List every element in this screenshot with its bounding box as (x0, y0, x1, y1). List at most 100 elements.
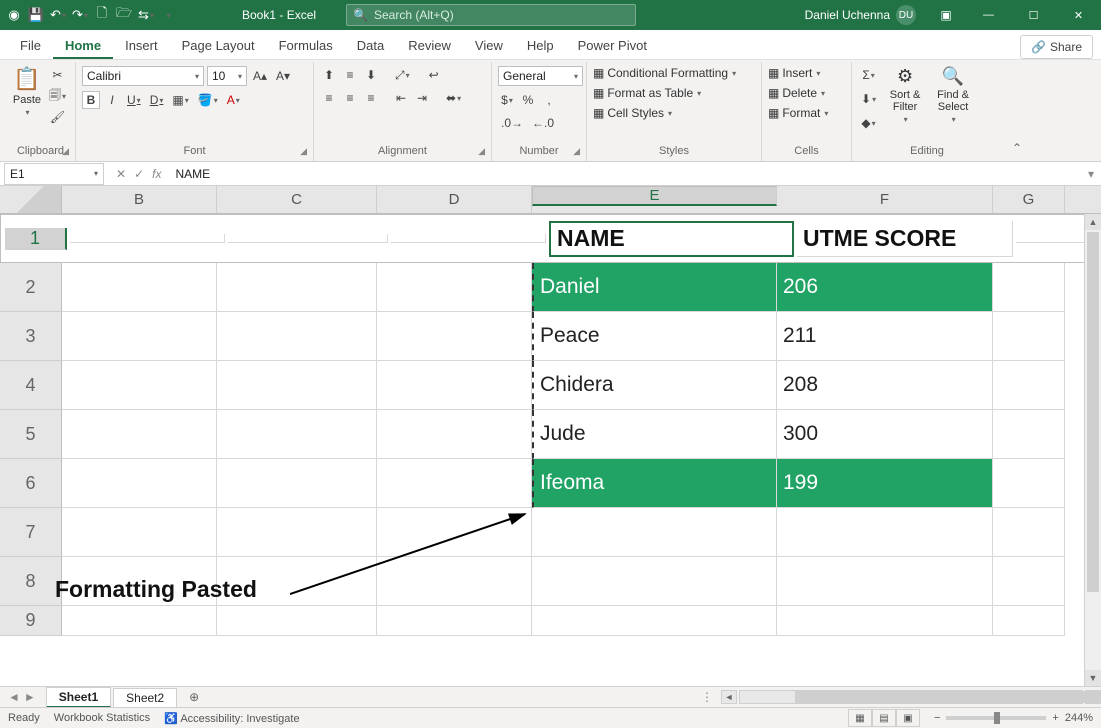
cell-d5[interactable] (377, 410, 532, 459)
cell-f7[interactable] (777, 508, 993, 557)
align-center-icon[interactable]: ≡ (341, 89, 359, 107)
cell-g3[interactable] (993, 312, 1065, 361)
cell-c9[interactable] (217, 606, 377, 636)
tab-home[interactable]: Home (53, 32, 113, 59)
undo-icon[interactable]: ↶▾ (50, 7, 66, 23)
row-header-9[interactable]: 9 (0, 606, 62, 636)
format-painter-icon[interactable]: 🖌 (46, 108, 69, 126)
cell-d6[interactable] (377, 459, 532, 508)
increase-font-icon[interactable]: A▴ (250, 67, 270, 85)
font-color-button[interactable]: A▾ (224, 91, 243, 109)
cell-styles-button[interactable]: ▦ Cell Styles ▾ (593, 106, 736, 120)
cell-e2[interactable]: Daniel (532, 263, 777, 312)
cell-e3[interactable]: Peace (532, 312, 777, 361)
col-header-c[interactable]: C (217, 186, 377, 213)
row-header-2[interactable]: 2 (0, 263, 62, 312)
align-left-icon[interactable]: ≡ (320, 89, 338, 107)
cell-b2[interactable] (62, 263, 217, 312)
row-header-6[interactable]: 6 (0, 459, 62, 508)
col-header-f[interactable]: F (777, 186, 993, 213)
wrap-text-icon[interactable]: ↩ (425, 66, 443, 84)
borders-button[interactable]: ▦▾ (169, 91, 191, 109)
row-header-4[interactable]: 4 (0, 361, 62, 410)
account-button[interactable]: Daniel Uchenna DU (795, 5, 926, 25)
cell-e5[interactable]: Jude (532, 410, 777, 459)
cell-f4[interactable]: 208 (777, 361, 993, 410)
align-right-icon[interactable]: ≡ (362, 89, 380, 107)
cell-c5[interactable] (217, 410, 377, 459)
cell-g7[interactable] (993, 508, 1065, 557)
cell-d3[interactable] (377, 312, 532, 361)
format-as-table-button[interactable]: ▦ Format as Table ▾ (593, 86, 736, 100)
cell-g5[interactable] (993, 410, 1065, 459)
decrease-font-icon[interactable]: A▾ (273, 67, 293, 85)
tab-review[interactable]: Review (396, 32, 463, 59)
zoom-level[interactable]: 244% (1065, 712, 1093, 724)
cell-f8[interactable] (777, 557, 993, 606)
tab-help[interactable]: Help (515, 32, 566, 59)
cell-e8[interactable] (532, 557, 777, 606)
row-header-7[interactable]: 7 (0, 508, 62, 557)
cell-e4[interactable]: Chidera (532, 361, 777, 410)
cell-b1[interactable] (70, 234, 225, 243)
underline-button[interactable]: U▾ (124, 91, 144, 109)
cell-c3[interactable] (217, 312, 377, 361)
format-cells-button[interactable]: ▦ Format ▾ (768, 106, 828, 120)
cell-g6[interactable] (993, 459, 1065, 508)
decrease-decimal-icon[interactable]: ←.0 (529, 114, 557, 132)
qat-customize-icon[interactable]: ▾ (160, 7, 176, 23)
zoom-out-icon[interactable]: − (934, 712, 940, 724)
dialog-launcher-icon[interactable]: ◢ (300, 146, 307, 157)
cell-f5[interactable]: 300 (777, 410, 993, 459)
fx-icon[interactable]: fx (152, 167, 161, 181)
search-box[interactable]: 🔍 Search (Alt+Q) (346, 4, 636, 26)
share-button[interactable]: 🔗 Share (1020, 35, 1093, 59)
dialog-launcher-icon[interactable]: ◢ (478, 146, 485, 157)
autosum-icon[interactable]: Σ▾ (858, 66, 879, 84)
close-button[interactable]: ✕ (1056, 0, 1101, 30)
tab-insert[interactable]: Insert (113, 32, 170, 59)
cell-c4[interactable] (217, 361, 377, 410)
row-header-5[interactable]: 5 (0, 410, 62, 459)
cell-f2[interactable]: 206 (777, 263, 993, 312)
delete-cells-button[interactable]: ▦ Delete ▾ (768, 86, 828, 100)
cell-f3[interactable]: 211 (777, 312, 993, 361)
sheet-nav-prev-icon[interactable]: ◄ (8, 690, 20, 704)
select-all-corner[interactable] (0, 186, 62, 213)
cell-b6[interactable] (62, 459, 217, 508)
name-box[interactable]: E1▾ (4, 163, 104, 185)
cell-g4[interactable] (993, 361, 1065, 410)
cell-e6[interactable]: Ifeoma (532, 459, 777, 508)
clear-icon[interactable]: ◆▾ (858, 114, 879, 132)
col-header-b[interactable]: B (62, 186, 217, 213)
cell-f1[interactable]: UTME SCORE (797, 221, 1013, 257)
cell-e9[interactable] (532, 606, 777, 636)
normal-view-icon[interactable]: ▦ (848, 709, 872, 727)
tab-data[interactable]: Data (345, 32, 396, 59)
orientation-icon[interactable]: ⤢▾ (392, 66, 413, 84)
cell-d4[interactable] (377, 361, 532, 410)
fill-icon[interactable]: ⬇▾ (858, 90, 879, 108)
number-format-select[interactable]: General▾ (498, 66, 583, 86)
increase-decimal-icon[interactable]: .0→ (498, 114, 526, 132)
bold-button[interactable]: B (82, 91, 100, 109)
italic-button[interactable]: I (103, 91, 121, 109)
cell-d9[interactable] (377, 606, 532, 636)
find-select-button[interactable]: 🔍 Find & Select▾ (931, 66, 975, 124)
align-top-icon[interactable]: ⬆ (320, 66, 338, 84)
formula-input[interactable]: NAME (169, 167, 1081, 181)
vertical-scrollbar[interactable]: ▲ ▼ (1084, 214, 1101, 686)
font-name-select[interactable]: Calibri▾ (82, 66, 204, 86)
conditional-formatting-button[interactable]: ▦ Conditional Formatting ▾ (593, 66, 736, 80)
cell-f9[interactable] (777, 606, 993, 636)
fill-color-button[interactable]: 🪣▾ (195, 91, 221, 109)
cell-g2[interactable] (993, 263, 1065, 312)
col-header-g[interactable]: G (993, 186, 1065, 213)
sheet-tab-1[interactable]: Sheet1 (46, 687, 111, 708)
tab-power-pivot[interactable]: Power Pivot (566, 32, 659, 59)
cell-d2[interactable] (377, 263, 532, 312)
comma-format-icon[interactable]: , (540, 91, 558, 109)
dialog-launcher-icon[interactable]: ◢ (62, 146, 69, 157)
scroll-left-icon[interactable]: ◄ (721, 690, 737, 704)
cell-e1[interactable]: NAME (549, 221, 794, 257)
